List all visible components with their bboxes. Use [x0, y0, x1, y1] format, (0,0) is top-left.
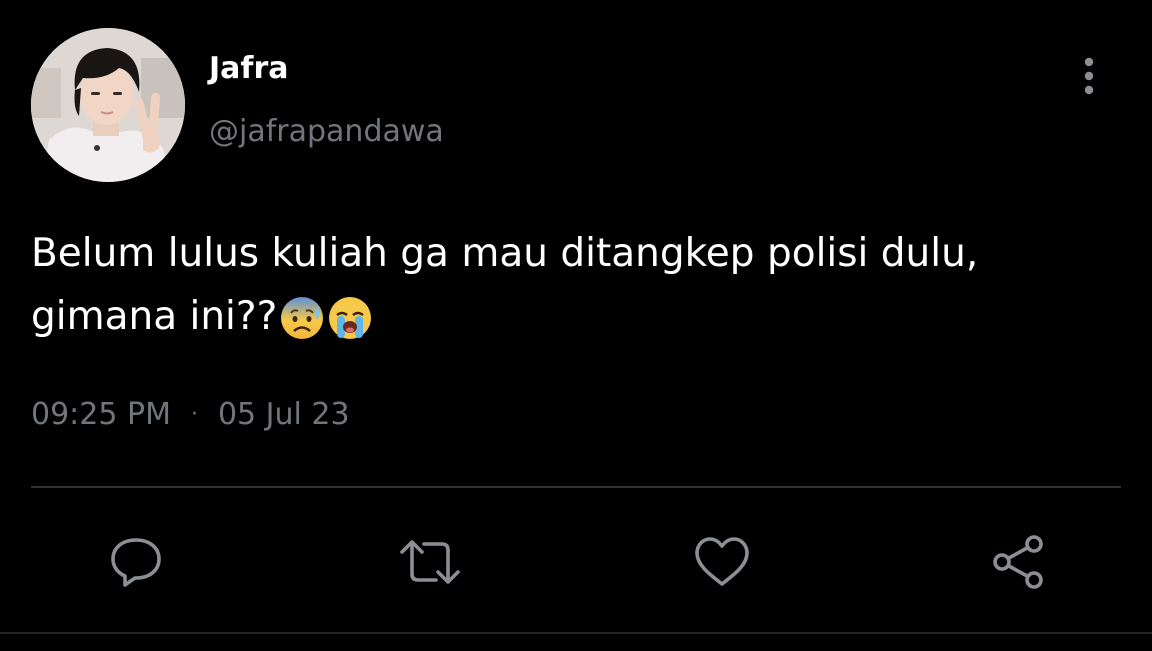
retweet-button[interactable] [398, 530, 462, 594]
speech-bubble-icon [111, 538, 161, 587]
tweet-text-line-1: Belum lulus kuliah ga mau ditangkep poli… [31, 231, 979, 276]
vertical-ellipsis-icon [1084, 57, 1094, 95]
tweet-text-line-2: gimana ini?? [31, 285, 1121, 360]
tweet-timestamp[interactable]: 09:25 PM · 05 Jul 23 [31, 395, 350, 435]
anxious-face-with-sweat-emoji [279, 295, 325, 360]
more-options-button[interactable] [1066, 52, 1112, 100]
profile-avatar[interactable] [31, 28, 185, 182]
share-nodes-icon [993, 535, 1043, 589]
heart-outline-icon [695, 537, 749, 586]
avatar-photo [31, 28, 185, 182]
loudly-crying-face-emoji [327, 295, 373, 360]
display-name[interactable]: Jafra [209, 49, 289, 89]
tweet-text: Belum lulus kuliah ga mau ditangkep poli… [31, 222, 1121, 360]
retweet-arrows-icon [400, 540, 460, 584]
like-button[interactable] [690, 530, 754, 594]
actions-divider [31, 486, 1121, 488]
tweet-date: 05 Jul 23 [217, 397, 350, 432]
user-handle[interactable]: @jafrapandawa [209, 112, 444, 152]
tweet-text-line-2-text: gimana ini?? [31, 294, 278, 339]
bottom-divider [0, 632, 1152, 634]
meta-separator: · [190, 402, 198, 427]
share-button[interactable] [986, 530, 1050, 594]
tweet-time: 09:25 PM [31, 397, 171, 432]
reply-button[interactable] [104, 530, 168, 594]
